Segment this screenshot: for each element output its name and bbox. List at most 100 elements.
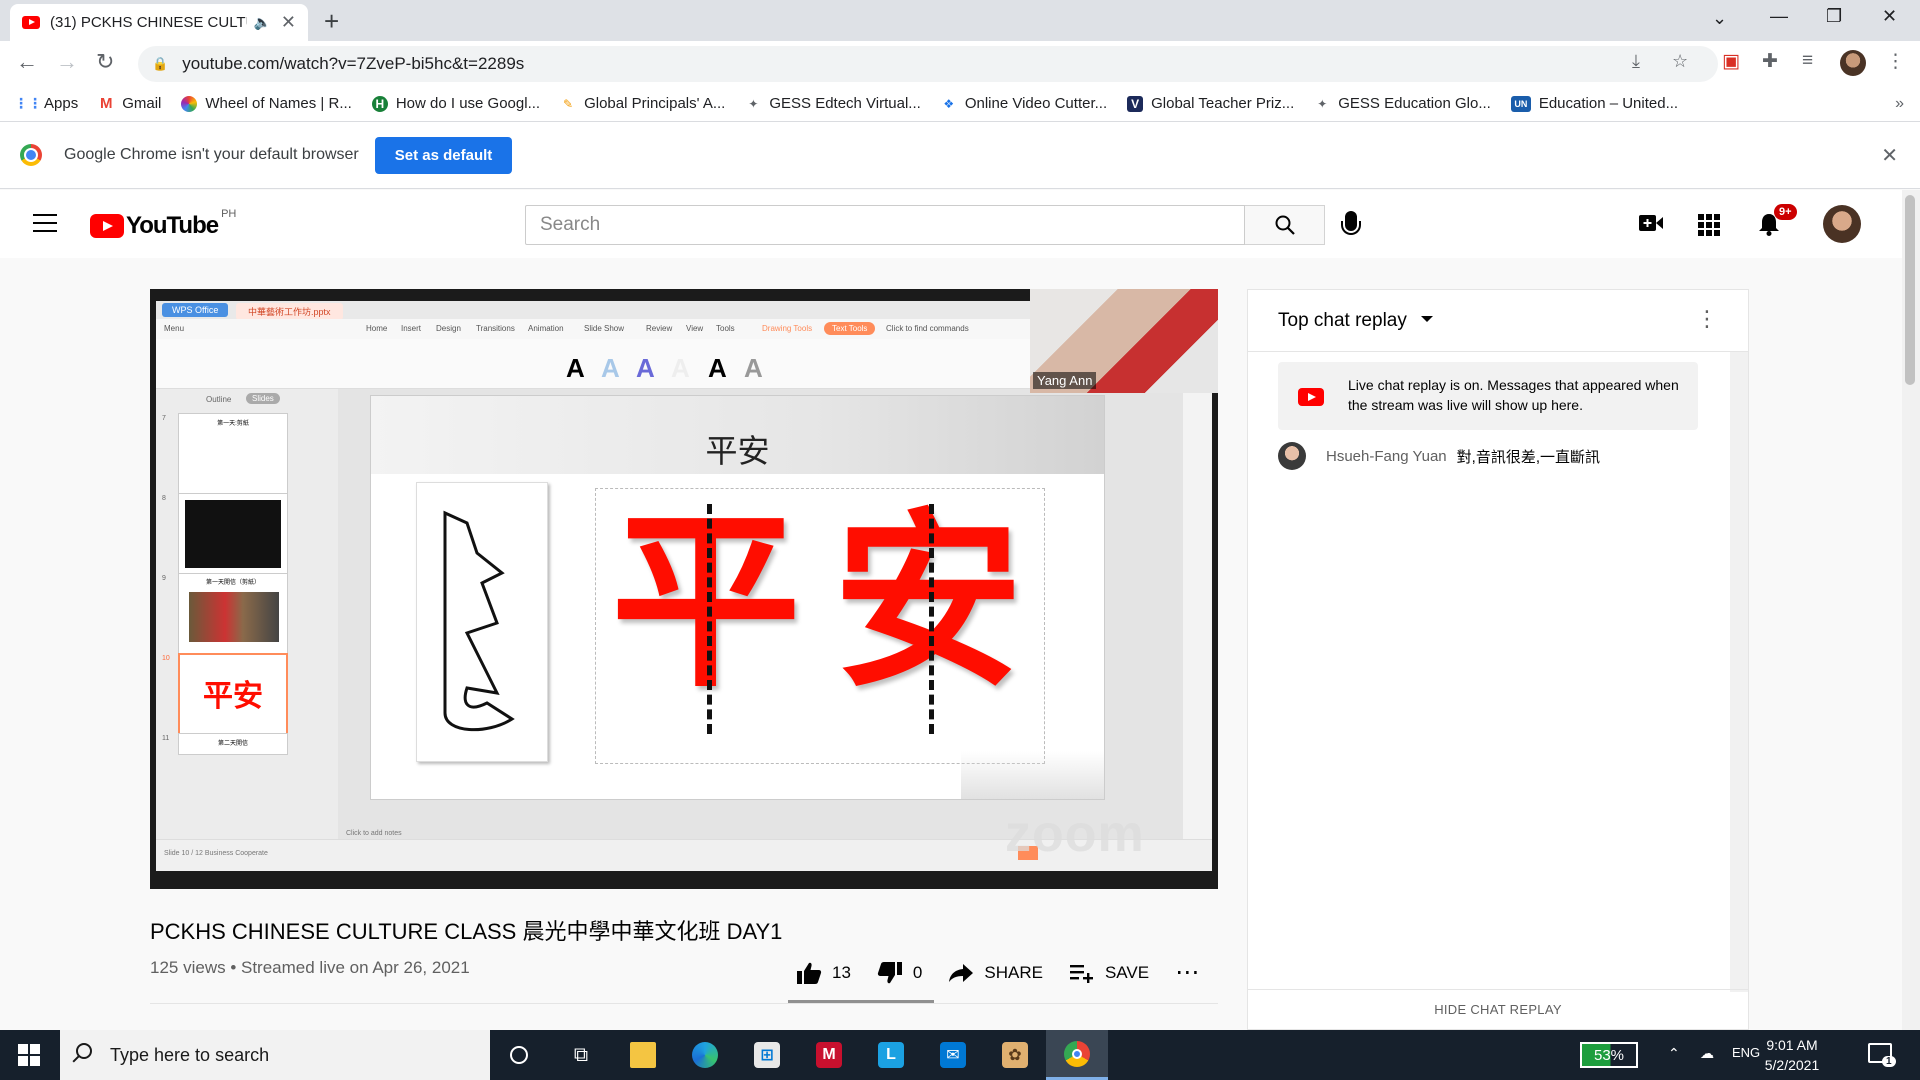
people-silhouette-image <box>961 751 1104 799</box>
address-bar[interactable]: 🔒 youtube.com/watch?v=7ZveP-bi5hc&t=2289… <box>138 46 1718 82</box>
chevron-down-icon[interactable] <box>1421 316 1433 322</box>
like-button[interactable]: 13 <box>796 961 851 985</box>
l-app-icon[interactable]: L <box>860 1030 922 1080</box>
bookmark-apps[interactable]: ⋮⋮ Apps <box>14 95 78 112</box>
bookmark-wheel-of-names[interactable]: Wheel of Names | R... <box>181 95 352 112</box>
slide-thumbnail-selected: 平安 <box>178 653 288 735</box>
bookmark-education-united[interactable]: UN Education – United... <box>1510 95 1678 112</box>
hide-chat-replay-button[interactable]: HIDE CHAT REPLAY <box>1248 989 1748 1029</box>
bookmark-gmail[interactable]: M Gmail <box>98 95 161 112</box>
bookmark-global-teacher-prize[interactable]: V Global Teacher Priz... <box>1127 95 1294 112</box>
close-tab-icon[interactable]: ✕ <box>281 12 296 33</box>
show-hidden-icons-icon[interactable]: ⌃ <box>1668 1045 1680 1062</box>
slide-title: 平安 <box>705 432 770 470</box>
share-arrow-icon <box>949 963 974 982</box>
bookmark-global-principals[interactable]: ✎ Global Principals' A... <box>560 95 725 112</box>
file-explorer-icon[interactable] <box>612 1030 674 1080</box>
thumbs-up-icon <box>797 962 822 984</box>
extensions-puzzle-icon[interactable]: ✚ <box>1762 50 1778 73</box>
chrome-menu-icon[interactable]: ⋮ <box>1886 50 1905 73</box>
bookmark-gess-edtech[interactable]: ✦ GESS Edtech Virtual... <box>745 95 921 112</box>
new-tab-icon[interactable]: + <box>324 6 339 37</box>
mail-icon[interactable]: ✉ <box>922 1030 984 1080</box>
slide-char-an: 安 <box>833 492 1024 713</box>
reading-list-icon[interactable]: ≡ <box>1802 50 1813 72</box>
store-icon[interactable]: ⊞ <box>736 1030 798 1080</box>
edge-icon[interactable] <box>674 1030 736 1080</box>
thumb-label: 第一天:剪紙 <box>217 421 249 427</box>
thumb-label: 平安 <box>203 680 263 713</box>
onedrive-cloud-icon[interactable]: ☁ <box>1700 1045 1714 1062</box>
menu-hamburger-icon[interactable] <box>33 214 57 232</box>
search-icon <box>1275 215 1295 235</box>
save-label: SAVE <box>1104 962 1150 982</box>
apps-grid-icon[interactable] <box>1698 214 1720 236</box>
chat-message: Hsueh-Fang Yuan 對,音訊很差,一直斷訊 <box>1278 442 1600 470</box>
browser-tab[interactable]: (31) PCKHS CHINESE CULTU 🔈 ✕ <box>10 4 308 41</box>
thumb-number: 11 <box>162 735 170 742</box>
bookmark-star-icon[interactable]: ☆ <box>1672 51 1688 72</box>
chat-more-icon[interactable]: ⋮ <box>1696 306 1718 332</box>
youtube-wordmark: YouTube <box>126 212 219 239</box>
video-player[interactable]: WPS Office 中華藝術工作坊.pptx Menu Home Insert… <box>150 289 1218 889</box>
chat-author[interactable]: Hsueh-Fang Yuan <box>1326 448 1447 465</box>
chrome-taskbar-icon[interactable] <box>1046 1030 1108 1080</box>
taskbar-search-input[interactable]: Type here to search <box>60 1030 490 1080</box>
cortana-icon[interactable] <box>488 1030 550 1080</box>
search-button[interactable] <box>1245 205 1325 245</box>
wps-menu-item: Animation <box>528 324 564 333</box>
bookmark-online-video-cutter[interactable]: ❖ Online Video Cutter... <box>941 95 1107 112</box>
share-button[interactable]: SHARE <box>948 963 1043 983</box>
text-style-icon: A <box>636 353 655 383</box>
battery-indicator[interactable]: 53% <box>1580 1042 1638 1068</box>
chat-author-avatar[interactable] <box>1278 442 1306 470</box>
search-placeholder: Search <box>540 214 601 235</box>
close-infobar-icon[interactable]: ✕ <box>1881 143 1898 168</box>
back-icon[interactable]: ← <box>16 49 38 75</box>
dislike-button[interactable]: 0 <box>877 961 922 985</box>
share-label: SHARE <box>984 962 1043 982</box>
bookmarks-overflow-icon[interactable]: » <box>1895 95 1904 113</box>
v-icon: V <box>1127 95 1144 112</box>
slide-thumbnail: 第一天開信（剪紙） <box>178 573 288 655</box>
squirrel-app-icon[interactable]: ✿ <box>984 1030 1046 1080</box>
voice-search-mic-icon[interactable] <box>1341 211 1361 235</box>
reload-icon[interactable]: ↻ <box>96 49 114 75</box>
save-button[interactable]: SAVE <box>1069 963 1149 983</box>
mcafee-icon[interactable]: M <box>798 1030 860 1080</box>
tab-search-icon[interactable]: ⌄ <box>1712 8 1727 29</box>
profile-avatar[interactable] <box>1840 50 1866 76</box>
windows-start-icon[interactable] <box>18 1044 40 1066</box>
bookmark-how-do-i-use[interactable]: H How do I use Googl... <box>371 95 540 112</box>
create-video-icon[interactable] <box>1638 214 1664 232</box>
set-as-default-button[interactable]: Set as default <box>374 136 513 174</box>
windows-taskbar: Type here to search ⧉ ⊞ M L ✉ ✿ 53% ⌃ ☁ … <box>0 1030 1920 1080</box>
page-scrollbar-thumb[interactable] <box>1905 195 1915 385</box>
zoom-watermark: zoom <box>1005 805 1145 863</box>
forward-icon[interactable]: → <box>56 49 78 75</box>
restore-icon[interactable]: ❐ <box>1826 6 1842 27</box>
task-view-icon[interactable]: ⧉ <box>550 1030 612 1080</box>
text-style-icon: A <box>566 353 585 383</box>
speaker-icon[interactable]: 🔈 <box>253 14 270 31</box>
install-icon[interactable]: ⤓ <box>1632 51 1640 72</box>
info-divider <box>150 1003 1218 1004</box>
bookmark-gess-education[interactable]: ✦ GESS Education Glo... <box>1314 95 1491 112</box>
dashed-center-line <box>707 504 712 734</box>
account-avatar[interactable] <box>1823 205 1861 243</box>
slide-canvas: 平安 平 安 <box>338 389 1183 839</box>
minimize-icon[interactable]: — <box>1770 6 1788 27</box>
more-actions-button[interactable]: ⋯ <box>1175 958 1209 987</box>
extension-pocket-icon[interactable]: ▣ <box>1722 50 1740 73</box>
chat-scrollbar[interactable] <box>1730 352 1748 992</box>
more-horizontal-icon: ⋯ <box>1175 959 1200 986</box>
thumb-number: 8 <box>162 495 166 502</box>
youtube-logo[interactable]: YouTube PH <box>90 208 236 240</box>
lock-icon[interactable]: 🔒 <box>152 56 168 72</box>
chat-mode-dropdown[interactable]: Top chat replay <box>1278 310 1407 332</box>
video-meta: 125 views • Streamed live on Apr 26, 202… <box>150 958 470 977</box>
search-input[interactable]: Search <box>525 205 1245 245</box>
close-window-icon[interactable]: ✕ <box>1882 6 1897 27</box>
slide-char-ping: 平 <box>611 492 802 713</box>
taskbar-clock[interactable]: 9:01 AM 5/2/2021 <box>1752 1035 1832 1075</box>
